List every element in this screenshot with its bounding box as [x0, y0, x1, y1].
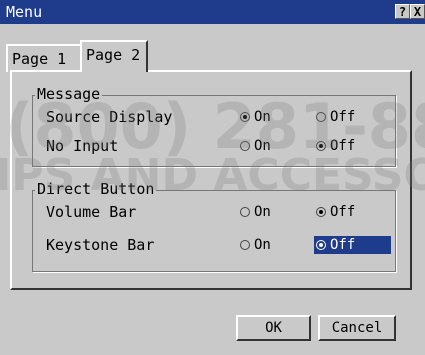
message-group-title: Message	[35, 85, 103, 103]
radio-unselected-icon	[240, 240, 250, 250]
keystone-bar-label: Keystone Bar	[46, 236, 155, 254]
radio-unselected-icon	[240, 207, 250, 217]
radio-selected-icon	[240, 112, 250, 122]
no-input-on-label: On	[254, 138, 271, 154]
radio-unselected-icon	[240, 141, 250, 151]
keystone-bar-on-label: On	[254, 237, 271, 253]
tab-page-2[interactable]: Page 2	[80, 40, 148, 72]
keystone-bar-off-radio[interactable]: Off	[314, 236, 392, 254]
window-title: Menu	[6, 3, 43, 21]
message-group	[32, 95, 396, 167]
menu-window: Menu ? X Page 1 Page 2 Message Source Di…	[0, 0, 425, 355]
volume-bar-off-label: Off	[330, 204, 356, 220]
title-bar: Menu ? X	[0, 0, 425, 24]
radio-selected-icon	[316, 240, 326, 250]
source-display-off-radio[interactable]: Off	[316, 108, 355, 126]
volume-bar-off-radio[interactable]: Off	[316, 203, 355, 221]
source-display-on-label: On	[254, 109, 271, 125]
direct-button-group-title: Direct Button	[35, 180, 157, 198]
tab-page-1[interactable]: Page 1	[6, 44, 81, 72]
help-button[interactable]: ?	[395, 4, 410, 19]
volume-bar-label: Volume Bar	[46, 203, 137, 221]
no-input-off-label: Off	[330, 138, 356, 154]
source-display-off-label: Off	[330, 109, 356, 125]
volume-bar-on-label: On	[254, 204, 271, 220]
no-input-label: No Input	[46, 137, 119, 155]
ok-button[interactable]: OK	[236, 315, 311, 341]
volume-bar-on-radio[interactable]: On	[240, 203, 271, 221]
radio-selected-icon	[316, 141, 326, 151]
keystone-bar-off-label: Off	[330, 237, 356, 253]
no-input-off-radio[interactable]: Off	[316, 137, 355, 155]
radio-selected-icon	[316, 207, 326, 217]
source-display-on-radio[interactable]: On	[240, 108, 271, 126]
cancel-button[interactable]: Cancel	[318, 315, 396, 341]
radio-unselected-icon	[316, 112, 326, 122]
tab-page-1-label: Page 1	[12, 50, 67, 68]
no-input-on-radio[interactable]: On	[240, 137, 271, 155]
close-button[interactable]: X	[410, 4, 425, 19]
source-display-label: Source Display	[46, 108, 173, 126]
keystone-bar-on-radio[interactable]: On	[240, 236, 271, 254]
